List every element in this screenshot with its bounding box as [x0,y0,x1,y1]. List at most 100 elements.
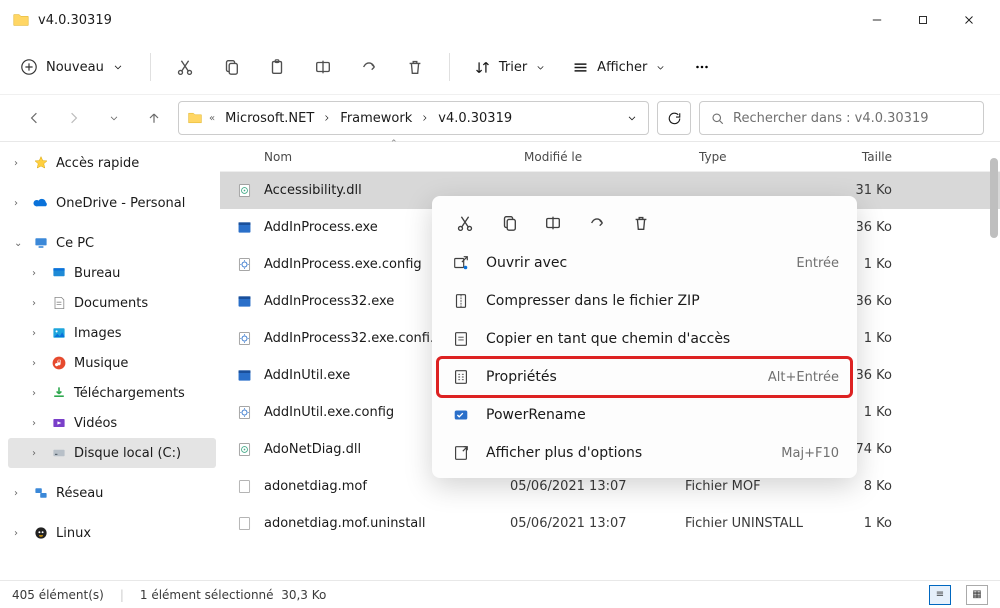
breadcrumb-item[interactable]: v4.0.30319 [434,109,516,128]
navigation-tree: ›Accès rapide ›OneDrive - Personal ⌄Ce P… [0,142,220,580]
details-view-button[interactable]: ≡ [929,585,951,605]
forward-button[interactable] [58,102,90,134]
ctx-compress-zip[interactable]: Compresser dans le fichier ZIP [438,282,851,320]
ctx-more-options[interactable]: Afficher plus d'options Maj+F10 [438,434,851,472]
view-button[interactable]: Afficher [562,49,676,85]
search-input[interactable]: Rechercher dans : v4.0.30319 [699,101,984,135]
tree-pictures[interactable]: ›Images [8,318,216,348]
ctx-powerrename[interactable]: PowerRename [438,396,851,434]
column-name[interactable]: Nom [220,150,510,164]
delete-button[interactable] [395,49,435,85]
column-modified[interactable]: Modifié le [510,150,685,164]
column-size[interactable]: Taille [825,150,910,164]
status-bar: 405 élément(s) | 1 élément sélectionné 3… [0,580,1000,608]
ctx-cut-button[interactable] [446,206,484,240]
file-type: Fichier UNINSTALL [685,516,825,531]
cut-button[interactable] [165,49,205,85]
breadcrumb-item[interactable]: Framework [336,109,416,128]
scrollbar-thumb[interactable] [990,158,998,238]
file-name: adonetdiag.mof.uninstall [264,516,510,531]
file-size: 1 Ko [825,516,910,531]
tree-onedrive[interactable]: ›OneDrive - Personal [8,188,216,218]
window-folder-icon [12,11,30,29]
file-row[interactable]: adonetdiag.mof.uninstall05/06/2021 13:07… [220,505,1000,542]
paste-button[interactable] [257,49,297,85]
tree-desktop[interactable]: ›Bureau [8,258,216,288]
tree-linux[interactable]: ›Linux [8,518,216,548]
file-icon [234,218,254,238]
recent-button[interactable] [98,102,130,134]
status-item-count: 405 élément(s) [12,588,104,602]
file-date: 05/06/2021 13:07 [510,479,685,494]
chevron-down-icon [655,62,666,73]
column-headers: Nom Modifié le Type Taille ⌃ [220,142,1000,172]
search-placeholder: Rechercher dans : v4.0.30319 [733,111,928,126]
file-size: 8 Ko [825,479,910,494]
search-icon [710,111,725,126]
minimize-button[interactable] [854,0,900,40]
tree-network[interactable]: ›Réseau [8,478,216,508]
tree-quick-access[interactable]: ›Accès rapide [8,148,216,178]
ctx-properties[interactable]: Propriétés Alt+Entrée [438,358,851,396]
powerrename-icon [450,404,472,426]
command-bar: Nouveau Trier Afficher [0,40,1000,94]
close-button[interactable] [946,0,992,40]
file-icon [234,403,254,423]
folder-icon [187,110,203,126]
copy-path-icon [450,328,472,350]
file-icon [234,477,254,497]
up-button[interactable] [138,102,170,134]
copy-button[interactable] [211,49,251,85]
tree-videos[interactable]: ›Vidéos [8,408,216,438]
file-type: Fichier MOF [685,479,825,494]
maximize-button[interactable] [900,0,946,40]
file-icon [234,514,254,534]
ctx-share-button[interactable] [578,206,616,240]
new-label: Nouveau [46,60,104,75]
title-bar: v4.0.30319 [0,0,1000,40]
file-icon [234,440,254,460]
chevron-right-icon [420,113,430,123]
file-icon [234,329,254,349]
file-date: 05/06/2021 13:07 [510,516,685,531]
sort-button[interactable]: Trier [464,49,556,85]
tree-local-disk[interactable]: ›Disque local (C:) [8,438,216,468]
file-icon [234,181,254,201]
share-button[interactable] [349,49,389,85]
ctx-open-with[interactable]: Ouvrir avec Entrée [438,244,851,282]
more-options-icon [450,442,472,464]
back-button[interactable] [18,102,50,134]
navigation-bar: « Microsoft.NET Framework v4.0.30319 Rec… [0,94,1000,142]
tree-music[interactable]: ›Musique [8,348,216,378]
zip-icon [450,290,472,312]
thumbnails-view-button[interactable]: ▦ [966,585,988,605]
context-menu: Ouvrir avec Entrée Compresser dans le fi… [432,196,857,478]
tree-this-pc[interactable]: ⌄Ce PC [8,228,216,258]
file-icon [234,255,254,275]
more-button[interactable] [682,49,722,85]
tree-documents[interactable]: ›Documents [8,288,216,318]
chevron-down-icon [535,62,546,73]
properties-icon [450,366,472,388]
ctx-delete-button[interactable] [622,206,660,240]
refresh-button[interactable] [657,101,691,135]
sort-indicator-icon: ⌃ [390,139,398,149]
file-icon [234,366,254,386]
chevron-down-icon [112,61,124,73]
file-name: adonetdiag.mof [264,479,510,494]
rename-button[interactable] [303,49,343,85]
address-bar[interactable]: « Microsoft.NET Framework v4.0.30319 [178,101,649,135]
column-type[interactable]: Type [685,150,825,164]
tree-downloads[interactable]: ›Téléchargements [8,378,216,408]
ctx-rename-button[interactable] [534,206,572,240]
breadcrumb-item[interactable]: Microsoft.NET [221,109,318,128]
chevron-right-icon [322,113,332,123]
ctx-copy-path[interactable]: Copier en tant que chemin d'accès [438,320,851,358]
ctx-copy-button[interactable] [490,206,528,240]
status-selection: 1 élément sélectionné 30,3 Ko [140,588,326,602]
window-title: v4.0.30319 [38,13,854,28]
file-icon [234,292,254,312]
open-with-icon [450,252,472,274]
new-button[interactable]: Nouveau [8,49,136,85]
chevron-down-icon[interactable] [626,112,638,124]
